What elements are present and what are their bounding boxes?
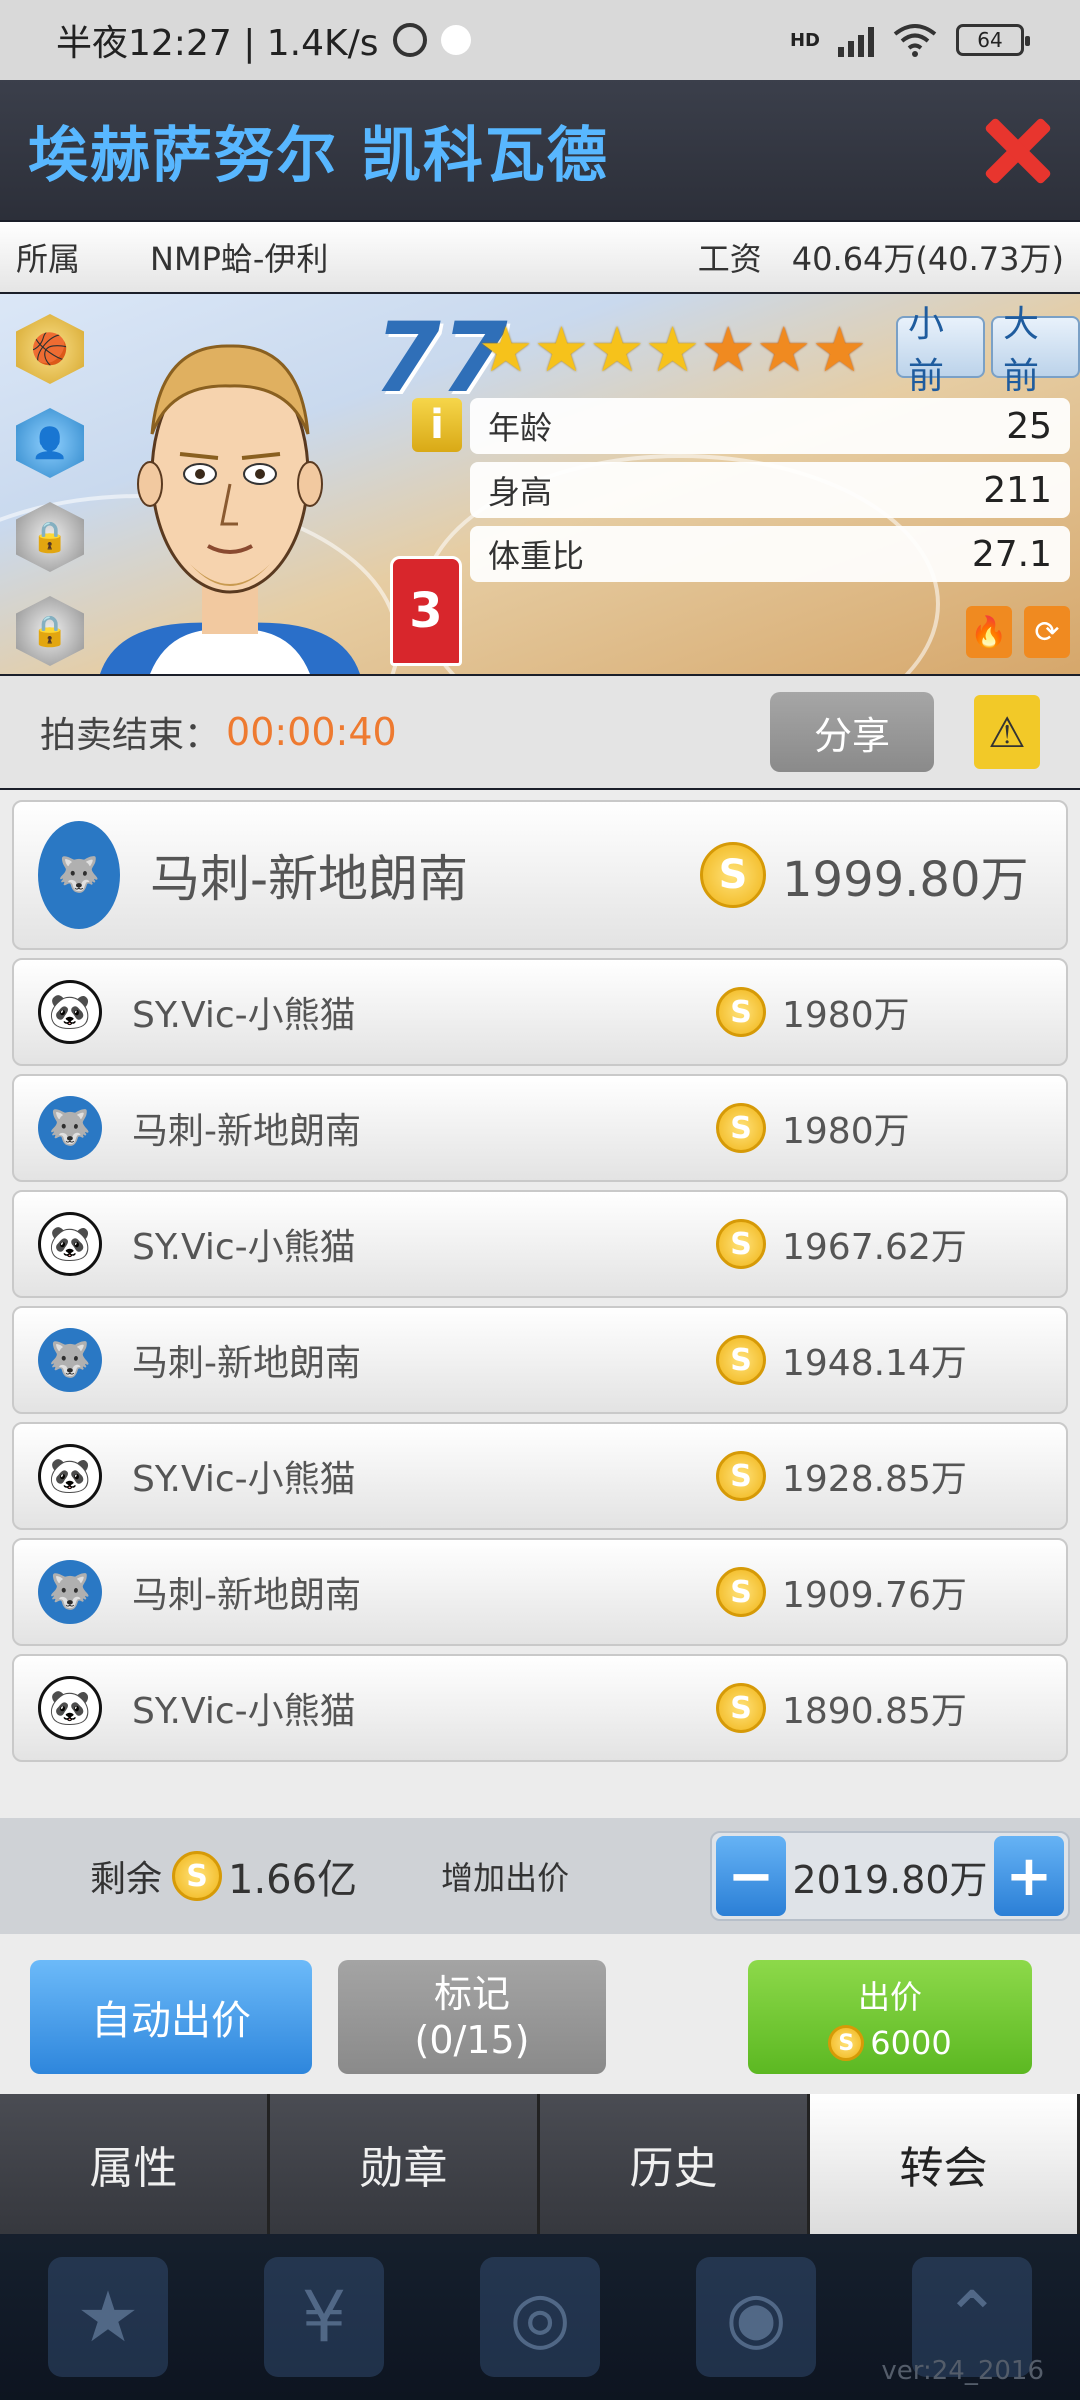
bid-row: 🐼 SY.Vic-小熊猫 S 1890.85万 [12,1654,1068,1762]
warning-icon[interactable]: ⚠ [974,695,1040,769]
lock-icon[interactable]: 🔒 [16,502,84,572]
lock-icon[interactable]: 🔒 [16,596,84,666]
position-small-forward[interactable]: 小前 [896,304,985,397]
attribute-height: 身高 211 [470,462,1070,518]
team-logo-icon: 🐺 [38,1096,102,1160]
decrease-bid-button[interactable]: − [716,1836,786,1916]
attribute-list: 年龄 25 身高 211 体重比 27.1 [470,398,1070,582]
hd-indicator: HD [789,29,820,51]
fire-icon[interactable]: 🔥 [966,606,1012,658]
wifi-icon [893,24,937,57]
remaining-label: 剩余 [90,1859,163,1900]
star-rating: ★ ★ ★ ★ ★ ★ ★ [478,314,867,386]
alarm-icon [392,23,427,57]
blue-badge-icon[interactable]: 👤 [16,408,84,478]
team-logo-icon: 🐼 [38,1444,102,1508]
tab-history[interactable]: 历史 [540,2094,810,2234]
badge-column: 🏀 👤 🔒 🔒 [16,314,84,666]
bid-row: 🐺 马刺-新地朗南 S 1909.76万 [12,1538,1068,1646]
team-logo-icon: 🐼 [38,980,102,1044]
notification-dot-icon [440,25,471,55]
team-logo-icon: 🐼 [38,1676,102,1740]
coin-icon: S [716,1219,766,1269]
tab-medals[interactable]: 勋章 [270,2094,540,2234]
team-logo-icon: 🐺 [38,1560,102,1624]
tab-transfer[interactable]: 转会 [810,2094,1080,2234]
coin-icon: S [700,842,766,908]
coin-icon: S [716,1567,766,1617]
star-icon: ★ [478,313,534,386]
team-label: 所属 [16,240,81,278]
bid-amount-value: 2019.80万 [792,1857,988,1902]
auction-timer: 00:00:40 [226,710,397,754]
coin-icon: S [828,2025,865,2061]
bid-row-leading: 🐺 马刺-新地朗南 S 1999.80万 [12,800,1068,950]
bid-list[interactable]: 🐺 马刺-新地朗南 S 1999.80万 🐼 SY.Vic-小熊猫 S 1980… [0,790,1080,1818]
chat-nav-icon[interactable]: ◉ [696,2257,816,2377]
bid-bar: 剩余 S 1.66亿 增加出价 − 2019.80万 + [0,1818,1080,1934]
salary-value: 40.64万(40.73万) [791,240,1064,278]
refresh-icon[interactable]: ⟳ [1024,606,1070,658]
place-bid-button[interactable]: 出价 S 6000 [748,1960,1032,2074]
star-icon: ★ [533,313,590,386]
title-bar: 埃赫萨努尔 凯科瓦德 [0,80,1080,220]
action-bar: 自动出价 标记 (0/15) 出价 S 6000 [0,1934,1080,2094]
attribute-weight-ratio: 体重比 27.1 [470,526,1070,582]
status-time: 半夜12:27 | 1.4K/s [56,23,379,64]
tab-attributes[interactable]: 属性 [0,2094,270,2234]
increase-bid-label: 增加出价 [441,1859,570,1897]
card-action-icons: 🔥 ⟳ [966,606,1070,658]
signal-icon [838,23,874,57]
star-icon: ★ [755,313,812,386]
bottom-navigation: ★ ¥ ◎ ◉ ⌃ ver:24_2016 [0,2234,1080,2400]
remaining-value: 1.66亿 [228,1857,358,1903]
player-card: 🏀 👤 🔒 🔒 3 77 ★ ★ ★ ★ ★ ★ ★ 小前 大前 i 年龄 25… [0,294,1080,674]
version-label: ver:24_2016 [881,2356,1044,2386]
auction-end-label: 拍卖结束： [40,715,221,756]
team-logo-icon: 🐺 [38,1328,102,1392]
share-button[interactable]: 分享 [770,692,934,772]
star-icon: ★ [589,313,645,386]
bid-row: 🐼 SY.Vic-小熊猫 S 1980万 [12,958,1068,1066]
close-button[interactable] [982,115,1052,185]
tab-bar: 属性 勋章 历史 转会 [0,2094,1080,2234]
coin-icon: S [716,987,766,1037]
salary-label: 工资 [697,240,762,278]
auction-header: 拍卖结束： 00:00:40 分享 ⚠ [0,676,1080,788]
star-icon: ★ [644,313,701,386]
bid-row: 🐺 马刺-新地朗南 S 1980万 [12,1074,1068,1182]
attribute-age: 年龄 25 [470,398,1070,454]
coin-icon: S [172,1851,223,1901]
star-icon: ★ [700,313,756,386]
player-name-title: 埃赫萨努尔 凯科瓦德 [28,120,609,191]
increase-bid-button[interactable]: + [994,1836,1064,1916]
bid-row: 🐼 SY.Vic-小熊猫 S 1967.62万 [12,1190,1068,1298]
star-nav-icon[interactable]: ★ [48,2257,168,2377]
position-buttons: 小前 大前 [896,304,1080,397]
player-info-row: 所属 NMP蛤-伊利 工资 40.64万(40.73万) [0,222,1080,292]
team-logo-icon: 🐼 [38,1212,102,1276]
star-icon: ★ [811,313,868,386]
bid-row: 🐼 SY.Vic-小熊猫 S 1928.85万 [12,1422,1068,1530]
bid-amount-stepper: − 2019.80万 + [710,1831,1070,1921]
bid-cost: 6000 [870,2024,952,2062]
yen-nav-icon[interactable]: ¥ [264,2257,384,2377]
team-logo-icon: 🐺 [38,821,120,929]
battery-icon: 64 [956,24,1030,56]
mark-button[interactable]: 标记 (0/15) [338,1960,606,2074]
coin-icon: S [716,1451,766,1501]
bid-row: 🐺 马刺-新地朗南 S 1948.14万 [12,1306,1068,1414]
player-avatar [100,344,360,674]
coin-icon: S [716,1683,766,1733]
auto-bid-button[interactable]: 自动出价 [30,1960,312,2074]
coin-icon: S [716,1103,766,1153]
court-nav-icon[interactable]: ◎ [480,2257,600,2377]
coin-icon: S [716,1335,766,1385]
info-icon[interactable]: i [412,398,462,452]
gold-badge-icon[interactable]: 🏀 [16,314,84,384]
team-value: NMP蛤-伊利 [150,240,329,278]
position-power-forward[interactable]: 大前 [991,304,1080,397]
jersey-number: 3 [390,556,462,666]
status-bar: 半夜12:27 | 1.4K/s HD 64 [0,0,1080,80]
